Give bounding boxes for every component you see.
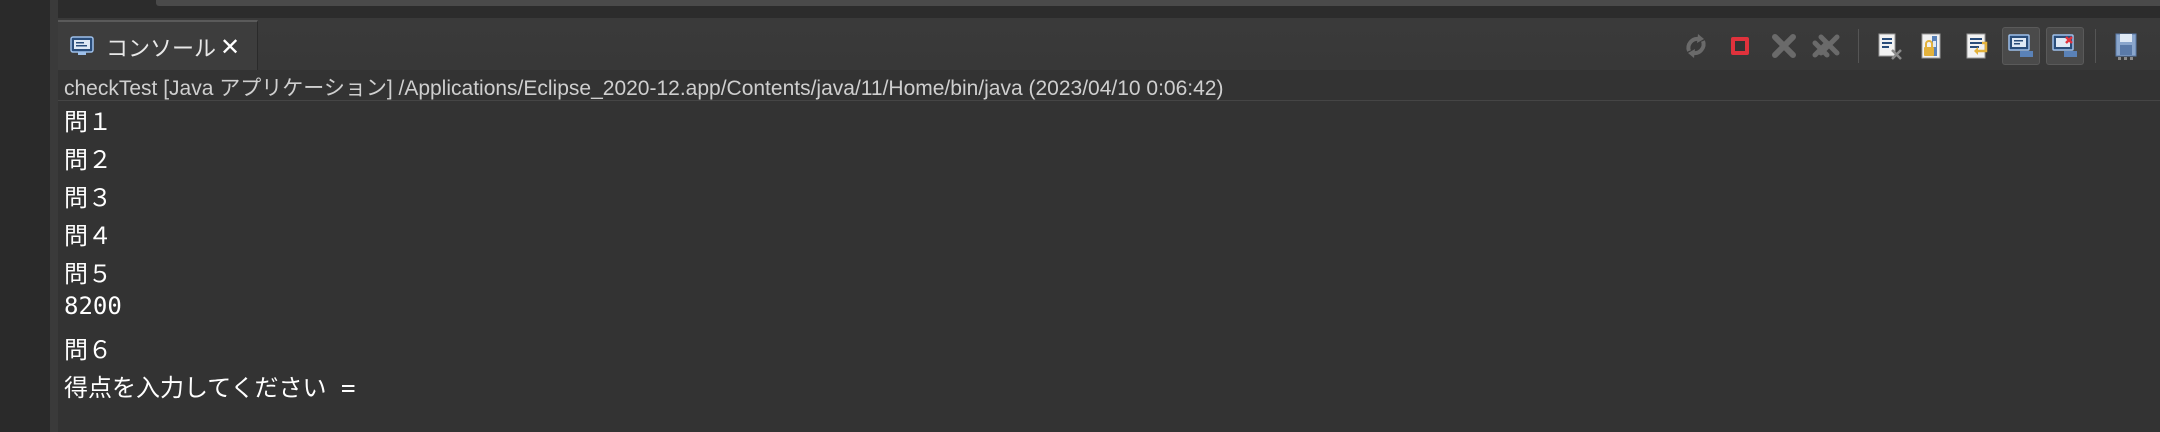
toolbar-separator: [1858, 29, 1859, 63]
console-view: コンソール ✕ checkTest [Java アプリケーション] /Appli…: [58, 18, 2160, 432]
console-icon: [70, 36, 94, 56]
console-line: 8200: [64, 292, 122, 320]
console-line: 問５: [64, 260, 112, 288]
console-input-prompt: 得点を入力してください =: [64, 374, 356, 402]
terminate-icon[interactable]: [1721, 27, 1759, 65]
view-tab-bar: コンソール ✕: [58, 18, 2160, 71]
scroll-lock-icon[interactable]: [1914, 27, 1952, 65]
eclipse-window: コンソール ✕ checkTest [Java アプリケーション] /Appli…: [0, 0, 2160, 432]
console-line: 問６: [64, 336, 112, 364]
left-gutter-border: [50, 0, 58, 432]
console-line: 問４: [64, 222, 112, 250]
show-on-stderr-icon[interactable]: [2046, 27, 2084, 65]
tab-console-label: コンソール: [106, 36, 217, 61]
console-output[interactable]: 問１ 問２ 問３ 問４ 問５ 8200 問６ 得点を入力してください =: [58, 102, 2160, 432]
console-line: 問３: [64, 184, 112, 212]
remove-launch-icon[interactable]: [1765, 27, 1803, 65]
close-icon[interactable]: ✕: [218, 36, 242, 60]
tab-console[interactable]: コンソール ✕: [58, 20, 258, 70]
pin-console-icon[interactable]: [2107, 27, 2145, 65]
terminate-relaunch-icon[interactable]: [1677, 27, 1715, 65]
toolbar-separator: [2095, 29, 2096, 63]
left-gutter: [0, 0, 50, 432]
word-wrap-icon[interactable]: [1958, 27, 1996, 65]
console-process-header: checkTest [Java アプリケーション] /Applications/…: [58, 70, 2160, 101]
console-toolbar: [1674, 26, 2148, 66]
console-line: 問１: [64, 108, 112, 136]
show-on-stdout-icon[interactable]: [2002, 27, 2040, 65]
console-process-label: checkTest [Java アプリケーション] /Applications/…: [64, 77, 1224, 100]
horizontal-scrollbar[interactable]: [156, 0, 2160, 6]
console-line: 問２: [64, 146, 112, 174]
remove-all-terminated-icon[interactable]: [1809, 27, 1847, 65]
clear-console-icon[interactable]: [1870, 27, 1908, 65]
editor-bottom-strip: [58, 0, 2160, 18]
